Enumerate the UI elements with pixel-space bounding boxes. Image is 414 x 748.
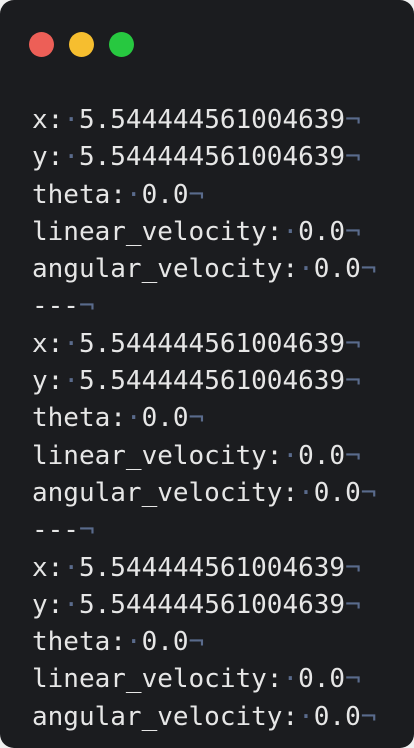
line-key: linear_velocity: <box>32 216 283 247</box>
eol-marker: ¬ <box>345 664 361 695</box>
line-key: theta: <box>32 403 126 434</box>
maximize-button[interactable] <box>109 32 134 57</box>
output-line: linear_velocity:·0.0¬ <box>32 661 376 698</box>
output-line: angular_velocity:·0.0¬ <box>32 699 376 736</box>
space-marker: · <box>282 664 299 695</box>
line-key: y: <box>32 142 64 173</box>
line-key: y: <box>32 589 64 620</box>
line-value: 5.544444561004639 <box>78 105 346 135</box>
output-line: y:·5.544444561004639¬ <box>32 587 376 624</box>
eol-marker: ¬ <box>360 701 377 732</box>
output-line: x:·5.544444561004639¬ <box>32 550 376 587</box>
eol-marker: ¬ <box>78 291 95 322</box>
minimize-button[interactable] <box>69 32 94 57</box>
output-line: linear_velocity:·0.0¬ <box>32 438 376 475</box>
space-marker: · <box>63 105 79 135</box>
line-value: 5.544444561004639 <box>78 552 346 583</box>
eol-marker: ¬ <box>360 477 377 508</box>
line-value: 5.544444561004639 <box>78 328 346 359</box>
separator-line: ---¬ <box>32 512 376 549</box>
eol-marker: ¬ <box>345 366 361 397</box>
line-key: linear_velocity: <box>32 664 283 695</box>
line-key: angular_velocity: <box>32 701 299 732</box>
eol-marker: ¬ <box>188 403 205 434</box>
line-value: 5.544444561004639 <box>78 142 346 173</box>
line-key: theta: <box>32 627 126 658</box>
space-marker: · <box>125 403 142 434</box>
line-value: 0.0 <box>298 440 346 471</box>
eol-marker: ¬ <box>188 627 205 658</box>
eol-marker: ¬ <box>345 105 361 135</box>
space-marker: · <box>125 627 142 658</box>
eol-marker: ¬ <box>345 216 361 247</box>
line-value: 0.0 <box>313 701 361 732</box>
space-marker: · <box>298 701 314 732</box>
terminal-window: x:·5.544444561004639¬ y:·5.54444456100463… <box>0 0 414 748</box>
separator-line: ---¬ <box>32 288 376 325</box>
space-marker: · <box>63 589 79 620</box>
output-line: theta:·0.0¬ <box>32 177 376 214</box>
eol-marker: ¬ <box>360 254 377 285</box>
eol-marker: ¬ <box>78 515 95 546</box>
eol-marker: ¬ <box>345 552 361 583</box>
line-value: 0.0 <box>141 627 189 658</box>
line-key: --- <box>32 291 79 322</box>
output-line: angular_velocity:·0.0¬ <box>32 475 376 512</box>
output-line: y:·5.544444561004639¬ <box>32 139 376 176</box>
eol-marker: ¬ <box>188 179 205 210</box>
line-value: 0.0 <box>313 477 361 508</box>
line-key: x: <box>32 105 64 135</box>
output-line: linear_velocity:·0.0¬ <box>32 214 376 251</box>
line-value: 0.0 <box>298 216 346 247</box>
space-marker: · <box>282 216 299 247</box>
line-key: --- <box>32 515 79 546</box>
space-marker: · <box>282 440 299 471</box>
output-line: theta:·0.0¬ <box>32 624 376 661</box>
line-key: y: <box>32 366 64 397</box>
line-key: x: <box>32 552 64 583</box>
line-value: 5.544444561004639 <box>78 366 346 397</box>
space-marker: · <box>63 366 79 397</box>
line-value: 0.0 <box>313 254 361 285</box>
space-marker: · <box>63 328 79 359</box>
space-marker: · <box>298 477 314 508</box>
line-key: x: <box>32 328 64 359</box>
output-line: angular_velocity:·0.0¬ <box>32 251 376 288</box>
output-line: y:·5.544444561004639¬ <box>32 363 376 400</box>
output-line: x:·5.544444561004639¬ <box>32 326 376 363</box>
space-marker: · <box>63 552 79 583</box>
space-marker: · <box>298 254 314 285</box>
line-value: 0.0 <box>141 179 189 210</box>
line-value: 0.0 <box>141 403 189 434</box>
eol-marker: ¬ <box>345 589 361 620</box>
eol-marker: ¬ <box>345 328 361 359</box>
eol-marker: ¬ <box>345 142 361 173</box>
line-key: theta: <box>32 179 126 210</box>
close-button[interactable] <box>29 32 54 57</box>
space-marker: · <box>125 179 142 210</box>
output-line: theta:·0.0¬ <box>32 400 376 437</box>
line-key: linear_velocity: <box>32 440 283 471</box>
window-controls <box>29 32 134 57</box>
line-value: 5.544444561004639 <box>78 589 346 620</box>
space-marker: · <box>63 142 79 173</box>
line-key: angular_velocity: <box>32 254 299 285</box>
line-value: 0.0 <box>298 664 346 695</box>
line-key: angular_velocity: <box>32 477 299 508</box>
output-text: x:·5.544444561004639¬ y:·5.54444456100463… <box>32 102 376 736</box>
eol-marker: ¬ <box>345 440 361 471</box>
output-line: x:·5.544444561004639¬ <box>32 102 376 139</box>
